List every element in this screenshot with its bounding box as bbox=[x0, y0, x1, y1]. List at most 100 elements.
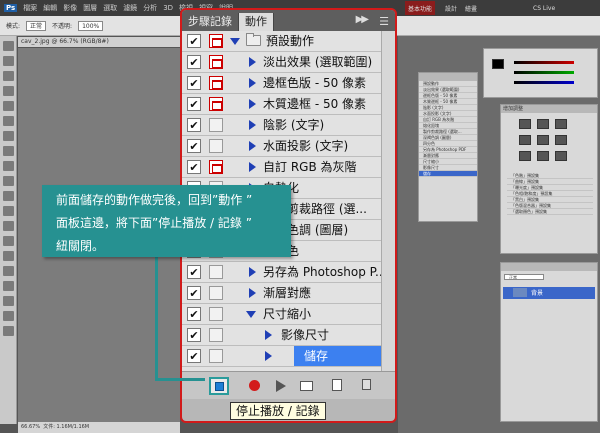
marquee-tool-icon[interactable] bbox=[2, 56, 14, 66]
toggle-checkbox[interactable]: ✔ bbox=[187, 118, 201, 132]
layer-row-background[interactable]: 背景 bbox=[503, 287, 595, 299]
red-slider[interactable] bbox=[514, 61, 574, 64]
hand-tool-icon[interactable] bbox=[2, 311, 14, 321]
action-row[interactable]: ✔ 尺寸縮小 bbox=[182, 304, 395, 325]
dialog-toggle-icon[interactable] bbox=[209, 139, 223, 153]
dialog-toggle-icon[interactable] bbox=[209, 160, 223, 174]
toggle-checkbox[interactable]: ✔ bbox=[187, 34, 201, 48]
workspace-painting[interactable]: 繪畫 bbox=[462, 1, 480, 15]
play-button[interactable] bbox=[276, 379, 290, 393]
magic-wand-tool-icon[interactable] bbox=[2, 86, 14, 96]
type-tool-icon[interactable] bbox=[2, 266, 14, 276]
toggle-checkbox[interactable]: ✔ bbox=[187, 265, 201, 279]
collapse-arrows-icon[interactable]: ▶▶ bbox=[356, 14, 369, 25]
dialog-toggle-icon[interactable] bbox=[209, 307, 223, 321]
expand-right-arrow-icon[interactable] bbox=[249, 99, 256, 109]
expand-right-arrow-icon[interactable] bbox=[249, 120, 256, 130]
dialog-toggle-icon[interactable] bbox=[209, 286, 223, 300]
menu-edit[interactable]: 編輯 bbox=[43, 3, 57, 13]
dialog-toggle-icon[interactable] bbox=[209, 55, 223, 69]
invert-icon[interactable] bbox=[519, 151, 531, 161]
document-tab[interactable]: cav_2.jpg @ 66.7% (RGB/8#) bbox=[18, 37, 180, 47]
workspace-essentials[interactable]: 基本功能 bbox=[405, 1, 436, 15]
action-row[interactable]: ✔ 水面投影 (文字) bbox=[182, 136, 395, 157]
expand-right-arrow-icon[interactable] bbox=[265, 351, 272, 361]
action-row[interactable]: ✔ 木質邊框 - 50 像素 bbox=[182, 94, 395, 115]
new-action-button[interactable] bbox=[332, 379, 346, 393]
lasso-tool-icon[interactable] bbox=[2, 71, 14, 81]
opacity-field[interactable]: 100% bbox=[78, 20, 104, 31]
gradient-tool-icon[interactable] bbox=[2, 206, 14, 216]
menu-analysis[interactable]: 分析 bbox=[143, 3, 157, 13]
brightness-icon[interactable] bbox=[519, 119, 531, 129]
toggle-checkbox[interactable]: ✔ bbox=[187, 328, 201, 342]
history-item-selected[interactable]: 儲存 bbox=[419, 171, 477, 177]
menu-filter[interactable]: 濾鏡 bbox=[123, 3, 137, 13]
crop-tool-icon[interactable] bbox=[2, 101, 14, 111]
dialog-toggle-icon[interactable] bbox=[209, 97, 223, 111]
tab-history[interactable]: 步驟記錄 bbox=[182, 13, 239, 31]
new-set-button[interactable] bbox=[300, 379, 314, 393]
bw-icon[interactable] bbox=[555, 135, 567, 145]
healing-tool-icon[interactable] bbox=[2, 131, 14, 141]
action-row[interactable]: ✔ 漸層對應 bbox=[182, 283, 395, 304]
green-slider[interactable] bbox=[514, 71, 574, 74]
dodge-tool-icon[interactable] bbox=[2, 236, 14, 246]
zoom-tool-icon[interactable] bbox=[2, 326, 14, 336]
toggle-checkbox[interactable]: ✔ bbox=[187, 139, 201, 153]
history-brush-tool-icon[interactable] bbox=[2, 176, 14, 186]
action-step-row[interactable]: ✔ 儲存 bbox=[182, 346, 395, 367]
action-row[interactable]: ✔ 自訂 RGB 為灰階 bbox=[182, 157, 395, 178]
expand-right-arrow-icon[interactable] bbox=[265, 330, 272, 340]
balance-icon[interactable] bbox=[537, 135, 549, 145]
path-select-tool-icon[interactable] bbox=[2, 281, 14, 291]
menu-file[interactable]: 檔案 bbox=[23, 3, 37, 13]
action-row[interactable]: ✔ 另存為 Photoshop P... bbox=[182, 262, 395, 283]
cs-live-button[interactable]: CS Live bbox=[530, 1, 558, 15]
dialog-toggle-icon[interactable] bbox=[209, 328, 223, 342]
mode-select[interactable]: 正常 bbox=[26, 20, 47, 31]
expand-down-arrow-icon[interactable] bbox=[230, 38, 240, 45]
expand-down-arrow-icon[interactable] bbox=[246, 311, 256, 318]
menu-select[interactable]: 選取 bbox=[103, 3, 117, 13]
eraser-tool-icon[interactable] bbox=[2, 191, 14, 201]
blue-slider[interactable] bbox=[514, 81, 574, 84]
action-row[interactable]: ✔ 陰影 (文字) bbox=[182, 115, 395, 136]
menu-layer[interactable]: 圖層 bbox=[83, 3, 97, 13]
tab-actions[interactable]: 動作 bbox=[239, 13, 274, 31]
expand-right-arrow-icon[interactable] bbox=[249, 162, 256, 172]
dialog-toggle-icon[interactable] bbox=[209, 34, 223, 48]
toggle-checkbox[interactable]: ✔ bbox=[187, 76, 201, 90]
action-row[interactable]: ✔ 邊框色版 - 50 像素 bbox=[182, 73, 395, 94]
posterize-icon[interactable] bbox=[537, 151, 549, 161]
expand-right-arrow-icon[interactable] bbox=[249, 288, 256, 298]
action-step-row[interactable]: ✔ 影像尺寸 bbox=[182, 325, 395, 346]
move-tool-icon[interactable] bbox=[2, 41, 14, 51]
toggle-checkbox[interactable]: ✔ bbox=[187, 307, 201, 321]
toggle-checkbox[interactable]: ✔ bbox=[187, 349, 201, 363]
panel-menu-icon[interactable]: ☰ bbox=[379, 15, 389, 28]
preset-item[interactable]: 「選取顏色」預設集 bbox=[507, 209, 593, 215]
dialog-toggle-icon[interactable] bbox=[209, 349, 223, 363]
dialog-toggle-icon[interactable] bbox=[209, 118, 223, 132]
gradient-map-icon[interactable] bbox=[555, 151, 567, 161]
brush-tool-icon[interactable] bbox=[2, 146, 14, 156]
pen-tool-icon[interactable] bbox=[2, 251, 14, 261]
dialog-toggle-icon[interactable] bbox=[209, 265, 223, 279]
blend-mode-select[interactable]: 正常 bbox=[504, 274, 544, 280]
action-set-row[interactable]: ✔ 預設動作 bbox=[182, 31, 395, 52]
action-row[interactable]: ✔ 淡出效果 (選取範圍) bbox=[182, 52, 395, 73]
expand-right-arrow-icon[interactable] bbox=[249, 141, 256, 151]
workspace-design[interactable]: 設計 bbox=[442, 1, 460, 15]
expand-right-arrow-icon[interactable] bbox=[249, 57, 256, 67]
toggle-checkbox[interactable]: ✔ bbox=[187, 160, 201, 174]
hue-icon[interactable] bbox=[519, 135, 531, 145]
delete-button[interactable] bbox=[360, 379, 374, 393]
dialog-toggle-icon[interactable] bbox=[209, 76, 223, 90]
foreground-color-swatch[interactable] bbox=[492, 59, 504, 69]
stamp-tool-icon[interactable] bbox=[2, 161, 14, 171]
toggle-checkbox[interactable]: ✔ bbox=[187, 286, 201, 300]
levels-icon[interactable] bbox=[537, 119, 549, 129]
toggle-checkbox[interactable]: ✔ bbox=[187, 55, 201, 69]
curves-icon[interactable] bbox=[555, 119, 567, 129]
